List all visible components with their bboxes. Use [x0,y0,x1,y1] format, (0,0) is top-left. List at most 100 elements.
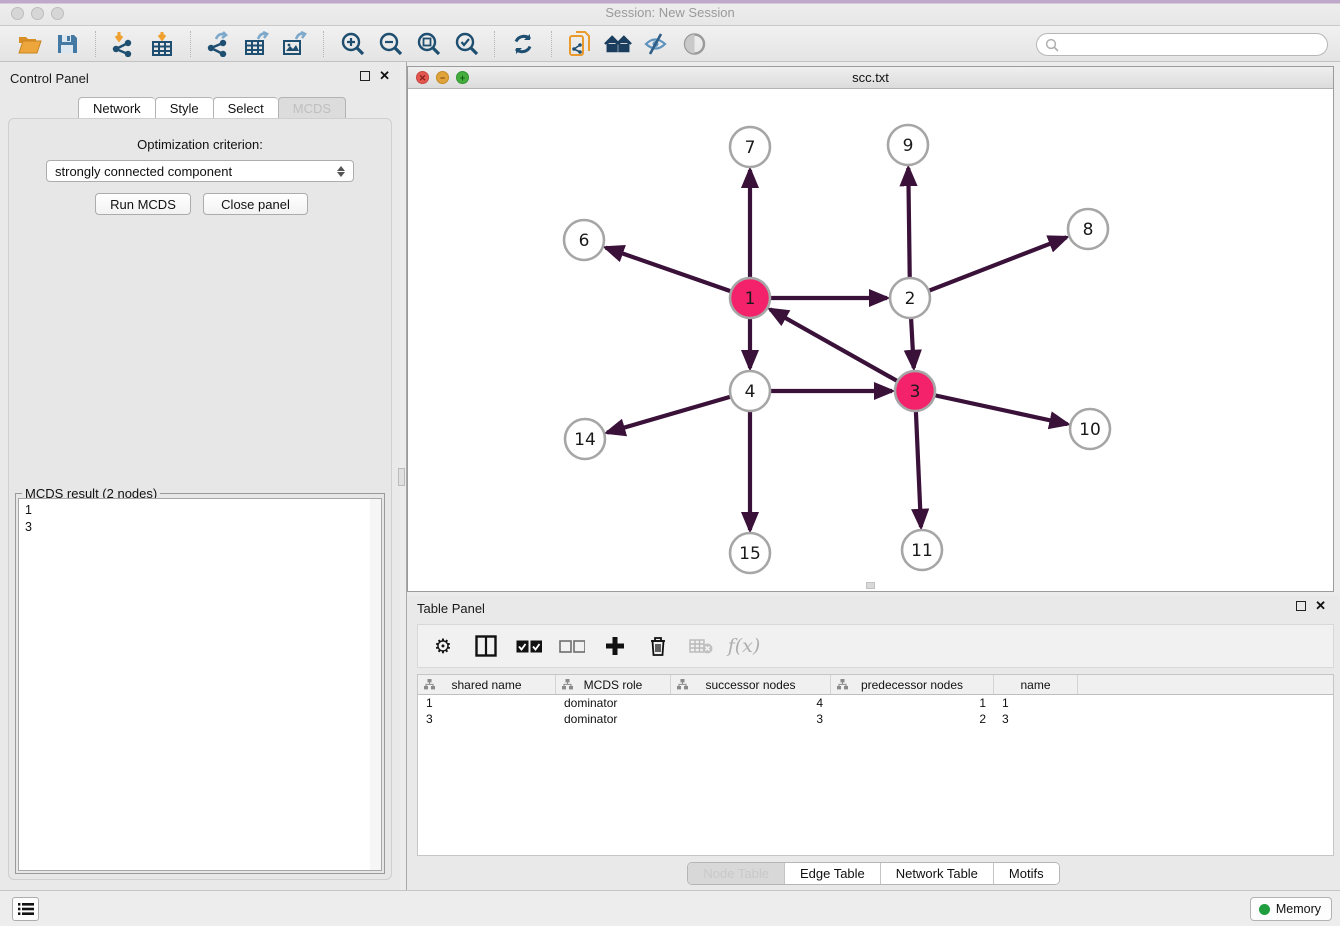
float-panel-icon[interactable] [360,71,370,81]
network-graph[interactable]: 7968124314101511 [408,89,1333,591]
function-builder-icon[interactable]: f(x) [731,633,757,659]
svg-text:3: 3 [910,382,921,402]
edge-2-3 [911,318,914,368]
toolbar-separator [95,31,96,57]
zoom-selected-icon[interactable] [452,30,480,58]
zoom-out-icon[interactable] [376,30,404,58]
select-all-icon[interactable] [516,633,542,659]
column-header-shared-name[interactable]: shared name [418,675,556,694]
cell-shared-name[interactable]: 3 [418,711,556,727]
hierarchy-icon [562,679,573,690]
export-image-icon[interactable] [281,30,309,58]
tab-motifs[interactable]: Motifs [994,863,1059,884]
result-scrollbar[interactable] [370,499,381,870]
control-panel-title: Control Panel [10,71,89,86]
close-panel-icon[interactable]: ✕ [379,71,390,81]
tab-mcds[interactable]: MCDS [278,97,346,119]
cell-successor-nodes[interactable]: 4 [671,695,831,711]
svg-text:14: 14 [574,430,596,450]
memory-button[interactable]: Memory [1250,897,1332,921]
toolbar-separator [494,31,495,57]
zoom-in-icon[interactable] [338,30,366,58]
optimization-criterion-label: Optimization criterion: [9,137,391,152]
mcds-result-text[interactable]: 1 3 [18,498,382,871]
network-window-titlebar[interactable]: ✕ − + scc.txt [408,67,1333,89]
import-network-icon[interactable] [110,30,138,58]
app-titlebar: Session: New Session [0,0,1340,26]
criterion-dropdown[interactable]: strongly connected component [46,160,354,182]
columns-icon[interactable] [473,633,499,659]
deselect-all-icon[interactable] [559,633,585,659]
edge-1-6 [606,248,731,292]
column-header-mcds-role[interactable]: MCDS role [556,675,671,694]
float-table-panel-icon[interactable] [1296,601,1306,611]
show-all-icon[interactable] [680,30,708,58]
cell-shared-name[interactable]: 1 [418,695,556,711]
cell-mcds-role[interactable]: dominator [556,695,671,711]
criterion-value: strongly connected component [55,164,232,179]
run-mcds-button[interactable]: Run MCDS [95,193,191,215]
clone-network-icon[interactable] [566,30,594,58]
column-header-successor-nodes[interactable]: successor nodes [671,675,831,694]
column-header-name[interactable]: name [994,675,1078,694]
hide-selected-icon[interactable] [642,30,670,58]
svg-text:1: 1 [745,289,756,309]
hierarchy-icon [677,679,688,690]
control-panel-tabs: Network Style Select MCDS [78,97,346,119]
search-input[interactable] [1036,33,1328,56]
edge-2-9 [908,168,909,278]
export-network-icon[interactable] [205,30,233,58]
table-panel-title: Table Panel [417,601,485,616]
table-header-row: shared name MCDS role successor nodes pr… [418,675,1333,695]
toolbar-separator [323,31,324,57]
save-session-icon[interactable] [53,30,81,58]
svg-text:9: 9 [903,136,914,156]
home-icon[interactable] [604,30,632,58]
import-table-icon[interactable] [148,30,176,58]
delete-row-trash-icon[interactable] [645,633,671,659]
table-row[interactable]: 1 dominator 4 1 1 [418,695,1333,711]
tab-network[interactable]: Network [78,97,155,119]
open-file-icon[interactable] [15,30,43,58]
hierarchy-icon [837,679,848,690]
svg-text:4: 4 [745,382,756,402]
canvas-hscroll-thumb[interactable] [866,582,875,589]
toolbar-separator [551,31,552,57]
cell-name[interactable]: 3 [994,711,1078,727]
splitter-handle[interactable] [398,468,405,486]
cell-name[interactable]: 1 [994,695,1078,711]
tab-style[interactable]: Style [155,97,213,119]
table-row[interactable]: 3 dominator 3 2 3 [418,711,1333,727]
column-header-predecessor-nodes[interactable]: predecessor nodes [831,675,994,694]
table-panel: Table Panel ✕ ⚙ f(x) shared name [407,596,1340,890]
task-history-button[interactable] [12,897,39,921]
svg-text:10: 10 [1079,420,1101,440]
cell-predecessor-nodes[interactable]: 1 [831,695,994,711]
tab-network-table[interactable]: Network Table [881,863,994,884]
mcds-panel-body: Optimization criterion: strongly connect… [8,118,392,880]
tab-node-table[interactable]: Node Table [688,863,785,884]
settings-gear-icon[interactable]: ⚙ [430,633,456,659]
list-icon [18,902,34,916]
close-panel-button[interactable]: Close panel [203,193,308,215]
close-table-panel-icon[interactable]: ✕ [1315,601,1326,611]
search-icon [1045,38,1059,52]
delete-table-icon[interactable] [688,633,714,659]
tab-select[interactable]: Select [213,97,278,119]
edge-2-8 [929,237,1067,290]
zoom-fit-icon[interactable] [414,30,442,58]
cell-predecessor-nodes[interactable]: 2 [831,711,994,727]
control-panel: Control Panel ✕ Network Style Select MCD… [0,62,400,890]
refresh-icon[interactable] [509,30,537,58]
cell-successor-nodes[interactable]: 3 [671,711,831,727]
add-row-icon[interactable] [602,633,628,659]
tab-edge-table[interactable]: Edge Table [785,863,881,884]
network-canvas[interactable]: 7968124314101511 [408,89,1333,591]
svg-text:7: 7 [745,138,756,158]
export-table-icon[interactable] [243,30,271,58]
hierarchy-icon [424,679,435,690]
edge-4-14 [607,397,731,433]
cell-mcds-role[interactable]: dominator [556,711,671,727]
session-title: Session: New Session [0,5,1340,20]
node-table: shared name MCDS role successor nodes pr… [417,674,1334,856]
